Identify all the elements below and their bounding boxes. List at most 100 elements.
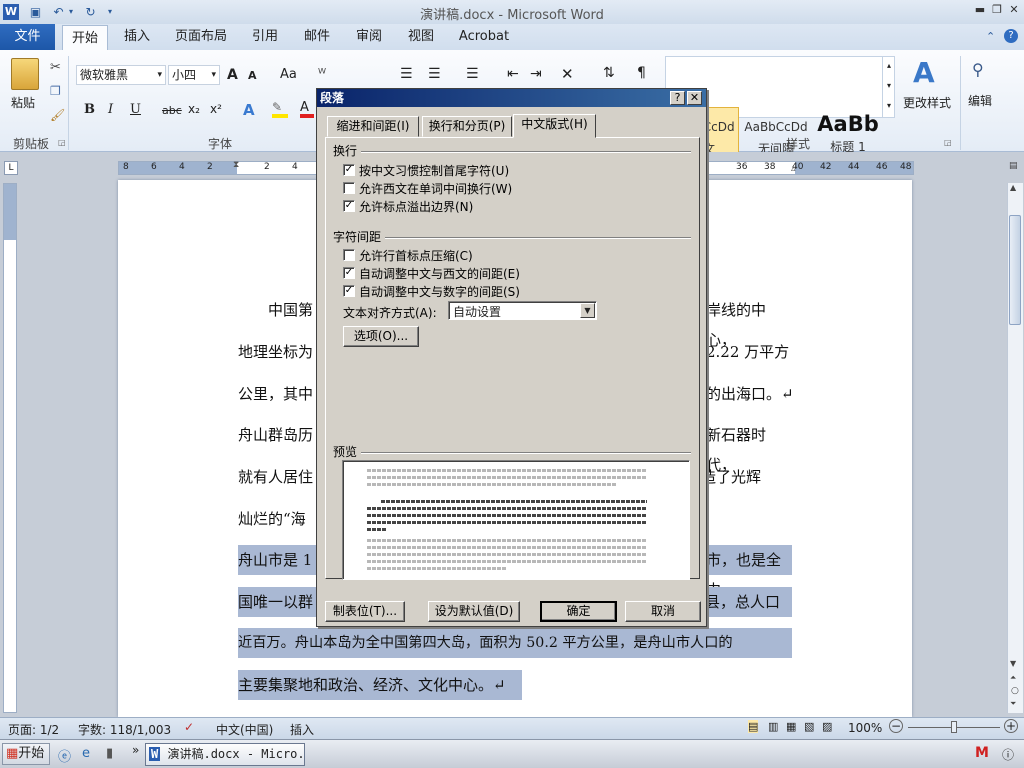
superscript-button[interactable]: x²	[210, 102, 222, 116]
set-default-button[interactable]: 设为默认值(D)	[428, 601, 520, 622]
multilevel-list-icon[interactable]: ☰	[466, 66, 479, 82]
font-color-icon[interactable]: A	[300, 100, 314, 118]
dialog-launcher-icon[interactable]: ◲	[58, 138, 66, 147]
ruler-toggle-icon[interactable]: L	[4, 161, 18, 175]
proofing-icon[interactable]: ✓	[184, 720, 194, 734]
tab-review[interactable]: 审阅	[350, 24, 388, 50]
tab-page-layout[interactable]: 页面布局	[172, 24, 230, 50]
outline-icon[interactable]: ▧	[804, 720, 814, 733]
insert-mode-status[interactable]: 插入	[290, 721, 314, 738]
dialog-close-button[interactable]: ✕	[687, 91, 702, 105]
print-layout-icon[interactable]: ▤	[748, 720, 759, 733]
help-icon[interactable]: ?	[1004, 29, 1018, 43]
checkbox-control-first-last[interactable]: ✓	[343, 164, 355, 176]
grow-font-icon[interactable]: A	[227, 67, 238, 83]
document-line-selected[interactable]: 近百万。舟山本岛为全中国第四大岛，面积为 50.2 平方公里，是舟山市人口的	[238, 628, 792, 658]
font-name-combo[interactable]: 微软雅黑 ▾	[76, 65, 166, 85]
change-styles-icon[interactable]: A	[913, 56, 935, 89]
checkbox-label[interactable]: 允许行首标点压缩(C)	[359, 247, 473, 264]
scroll-thumb[interactable]	[1009, 215, 1021, 325]
ribbon-minimize-icon[interactable]: ⌃	[986, 30, 995, 43]
phonetic-guide-icon[interactable]: ᵂ	[318, 67, 326, 82]
chinese-layout-icon[interactable]: ✕	[561, 65, 574, 83]
checkbox-label[interactable]: 按中文习惯控制首尾字符(U)	[359, 162, 509, 179]
zoom-slider-thumb[interactable]	[951, 721, 957, 733]
indent-marker-icon[interactable]: ⧗	[233, 160, 239, 170]
checkbox-latin-wrap[interactable]	[343, 182, 355, 194]
tray-info-icon[interactable]: ⓘ	[1002, 746, 1014, 763]
zoom-out-icon[interactable]: −	[889, 719, 903, 733]
chevron-down-icon[interactable]: ▼	[580, 303, 595, 318]
full-screen-reading-icon[interactable]: ▥	[768, 720, 778, 733]
checkbox-label[interactable]: 允许标点溢出边界(N)	[359, 198, 473, 215]
zoom-level[interactable]: 100%	[848, 721, 882, 735]
scroll-up-icon[interactable]: ▲	[1010, 183, 1016, 192]
tab-file[interactable]: 文件	[0, 24, 55, 50]
change-case-icon[interactable]: Aa	[280, 67, 297, 82]
start-button[interactable]: ▦开始	[2, 743, 50, 765]
bold-button[interactable]: B	[84, 102, 95, 117]
tab-home[interactable]: 开始	[62, 25, 108, 51]
text-alignment-select[interactable]: 自动设置 ▼	[448, 301, 597, 320]
tab-view[interactable]: 视图	[402, 24, 440, 50]
styles-scroll-icon[interactable]: ▴ ▾ ▾	[882, 56, 895, 118]
checkbox-space-asian-numbers[interactable]: ✓	[343, 285, 355, 297]
dialog-launcher-icon[interactable]: ◲	[944, 138, 952, 147]
restore-icon[interactable]: ❐	[989, 3, 1005, 17]
checkbox-label[interactable]: 自动调整中文与西文的间距(E)	[359, 265, 520, 282]
checkbox-label[interactable]: 自动调整中文与数字的间距(S)	[359, 283, 520, 300]
browse-object-icon[interactable]: ○	[1011, 686, 1019, 696]
checkbox-hanging-punctuation[interactable]: ✓	[343, 200, 355, 212]
checkbox-space-asian-latin[interactable]: ✓	[343, 267, 355, 279]
browser-icon[interactable]: e	[82, 746, 90, 761]
shrink-font-icon[interactable]: A	[248, 69, 257, 82]
draft-icon[interactable]: ▨	[822, 720, 832, 733]
dialog-help-button[interactable]: ?	[670, 91, 685, 105]
view-ruler-icon[interactable]: ▤	[1009, 161, 1021, 175]
decrease-indent-icon[interactable]: ⇤	[507, 66, 519, 82]
close-icon[interactable]: ✕	[1006, 3, 1022, 17]
tab-indents-spacing[interactable]: 缩进和间距(I)	[327, 116, 419, 137]
font-size-combo[interactable]: 小四 ▾	[168, 65, 220, 85]
subscript-button[interactable]: x₂	[188, 102, 200, 116]
tab-insert[interactable]: 插入	[118, 24, 156, 50]
taskbar-word-window[interactable]: W 演讲稿.docx - Micro...	[145, 743, 305, 766]
format-painter-icon[interactable]: 🖌	[50, 108, 65, 122]
sort-icon[interactable]: ⇅	[603, 65, 615, 81]
italic-button[interactable]: I	[108, 102, 113, 117]
word-count[interactable]: 字数: 118/1,003	[78, 721, 171, 738]
document-line-selected[interactable]: 主要集聚地和政治、经济、文化中心。↵	[238, 670, 522, 700]
right-indent-marker-icon[interactable]: ▵	[791, 164, 796, 174]
edit-button[interactable]: 编辑	[968, 92, 992, 109]
paste-button[interactable]: 粘贴	[11, 94, 35, 111]
zoom-in-icon[interactable]: +	[1004, 719, 1018, 733]
next-page-icon[interactable]: ⏷	[1010, 699, 1016, 709]
language-status[interactable]: 中文(中国)	[216, 721, 273, 738]
tray-icon[interactable]: M	[975, 745, 989, 761]
show-marks-icon[interactable]: ¶	[637, 65, 646, 81]
vertical-scrollbar[interactable]: ▲ ▼ ⏶ ○ ⏷	[1007, 183, 1023, 713]
tab-line-page-breaks[interactable]: 换行和分页(P)	[422, 116, 512, 137]
increase-indent-icon[interactable]: ⇥	[530, 66, 542, 82]
page-count[interactable]: 页面: 1/2	[8, 721, 59, 738]
minimize-icon[interactable]: ▬	[972, 3, 988, 17]
cut-icon[interactable]: ✂	[50, 60, 61, 75]
chevron-down-icon[interactable]: ▾	[157, 66, 162, 84]
highlight-icon[interactable]: ✎	[272, 100, 288, 118]
text-effects-icon[interactable]: A	[243, 101, 255, 119]
checkbox-label[interactable]: 允许西文在单词中间换行(W)	[359, 180, 512, 197]
vertical-ruler[interactable]	[3, 183, 17, 713]
cancel-button[interactable]: 取消	[625, 601, 701, 622]
numbering-icon[interactable]: ☰	[428, 66, 441, 82]
tab-mailings[interactable]: 邮件	[298, 24, 336, 50]
options-button[interactable]: 选项(O)...	[343, 326, 419, 347]
previous-page-icon[interactable]: ⏶	[1010, 673, 1016, 683]
more-icon[interactable]: »	[132, 743, 139, 757]
bullets-icon[interactable]: ☰	[400, 66, 413, 82]
tab-references[interactable]: 引用	[246, 24, 284, 50]
strikethrough-button[interactable]: abc	[162, 104, 182, 117]
copy-icon[interactable]: ❐	[50, 84, 61, 98]
find-icon[interactable]: ⚲	[972, 60, 984, 79]
paste-icon[interactable]	[11, 58, 39, 90]
checkbox-compress-punctuation[interactable]	[343, 249, 355, 261]
